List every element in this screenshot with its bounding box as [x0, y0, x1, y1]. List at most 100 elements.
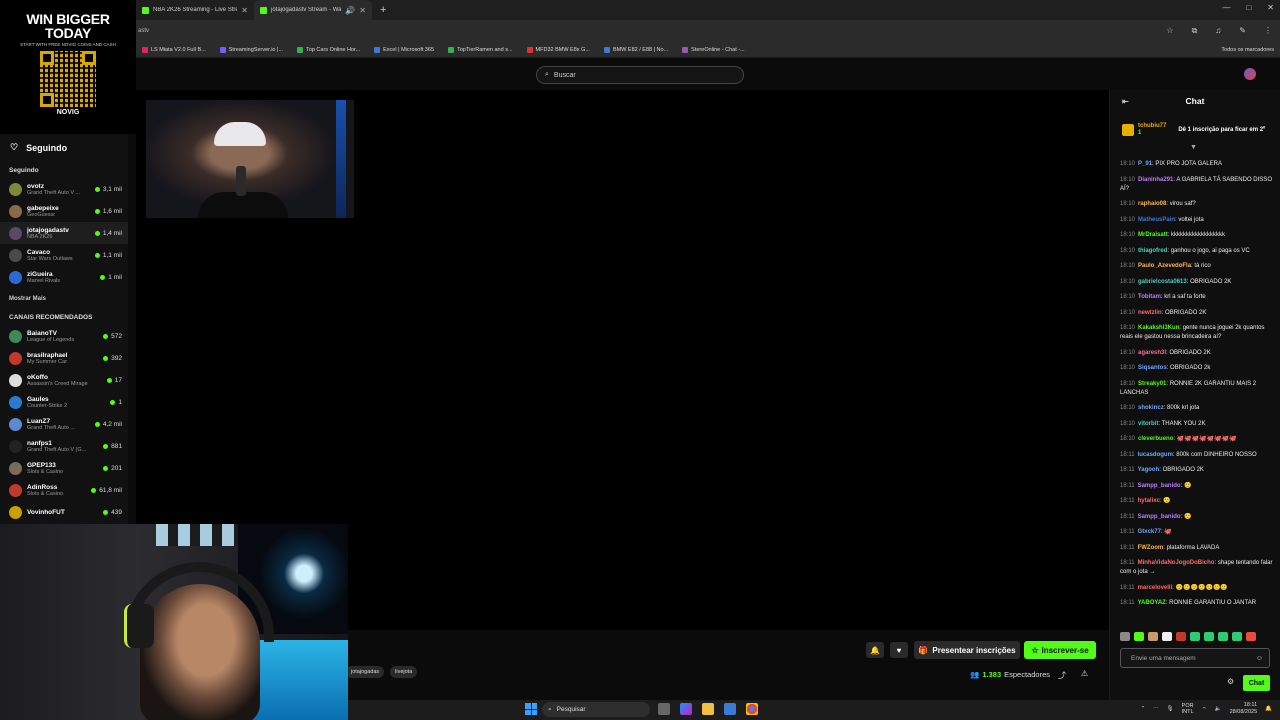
bookmark-item[interactable]: LS Miata V2.0 Full B... — [142, 46, 206, 53]
gear-icon[interactable]: ⚙ — [1227, 677, 1234, 686]
taskbar-search[interactable]: ⌕ Pesquisar — [542, 702, 650, 717]
maximize-button[interactable]: □ — [1246, 3, 1251, 12]
browser-tab-1[interactable]: jotajogadastv Stream - Wa 🔊 ✕ — [254, 0, 372, 20]
sidebar-channel-item[interactable]: Gaules Counter-Strike 21 — [0, 391, 128, 413]
browser-tab-0[interactable]: NBA 2K26 Streaming - Live Stre ✕ — [136, 0, 254, 20]
tag-chip[interactable]: livejota — [390, 666, 418, 678]
notifications-icon[interactable]: 🔔 — [1265, 706, 1272, 712]
menu-icon[interactable]: ⋮ — [1264, 26, 1272, 36]
emote-icon[interactable] — [1120, 632, 1130, 641]
pen-icon[interactable]: ✎ — [1239, 26, 1246, 36]
sidebar-channel-item[interactable]: BaianoTV League of Legends 572 — [0, 325, 128, 347]
minimize-button[interactable]: — — [1222, 3, 1230, 12]
sidebar-channel-item[interactable]: jotajogadastv NBA 2K26 1,4 mil — [0, 222, 128, 244]
speaker-icon[interactable]: 🔊 — [345, 6, 355, 15]
message-username[interactable]: FWZoom — [1138, 545, 1164, 551]
bookmark-item[interactable]: TopTierRamen and s... — [448, 46, 513, 53]
message-username[interactable]: Dianinha291 — [1138, 177, 1173, 183]
chat-input[interactable]: Envie uma mensagem ☺ — [1120, 648, 1270, 668]
message-username[interactable]: lucasdogum — [1138, 452, 1173, 458]
message-username[interactable]: gabrielcosta0613 — [1138, 279, 1187, 285]
ad-banner[interactable]: WIN BIGGER TODAY START WITH FREE NOVIG C… — [0, 0, 136, 134]
language-indicator[interactable]: POR INTL — [1182, 703, 1194, 715]
emote-icon[interactable] — [1134, 632, 1144, 641]
share-icon[interactable]: ⤴ — [1058, 670, 1066, 681]
message-username[interactable]: MrDraisatt — [1138, 232, 1168, 238]
message-username[interactable]: thiagofred — [1138, 248, 1167, 254]
gift-subs-button[interactable]: 🎁 Presentear inscrições — [914, 641, 1020, 659]
chevron-down-icon[interactable]: ▼ — [1190, 144, 1197, 151]
bookmark-item[interactable]: Excel | Microsoft 365 — [374, 46, 434, 53]
send-chat-button[interactable]: Chat — [1243, 675, 1270, 691]
emote-icon[interactable] — [1162, 632, 1172, 641]
following-header[interactable]: ♡ Seguindo — [0, 134, 128, 161]
windows-start-icon[interactable] — [525, 703, 537, 715]
collapse-chat-icon[interactable]: ⇤ — [1122, 97, 1129, 106]
user-avatar[interactable] — [1244, 68, 1256, 80]
sidebar-channel-item[interactable]: brasilraphael My Summer Car 392 — [0, 347, 128, 369]
emoji-icon[interactable]: ☺ — [1256, 655, 1263, 662]
sidebar-channel-item[interactable]: Cavaco Star Wars Outlaws 1,1 mil — [0, 244, 128, 266]
emote-icon[interactable] — [1232, 632, 1242, 641]
notification-bell-button[interactable]: 🔔 — [866, 642, 884, 658]
sidebar-channel-item[interactable]: ziGueira Marvel Rivals 1 mil — [0, 266, 128, 288]
sidebar-channel-item[interactable]: LuanZ7 Grand Theft Auto ... 4,2 mil — [0, 413, 128, 435]
file-explorer-icon[interactable] — [702, 703, 714, 715]
emote-icon[interactable] — [1218, 632, 1228, 641]
emote-icon[interactable] — [1246, 632, 1256, 641]
emote-icon[interactable] — [1190, 632, 1200, 641]
new-tab-button[interactable]: + — [380, 4, 386, 16]
sidebar-channel-item[interactable]: GPEP133 Slots & Casino 201 — [0, 457, 128, 479]
tag-chip[interactable]: jotajogadas — [346, 666, 385, 678]
close-tab-icon[interactable]: ✕ — [359, 6, 366, 15]
sidebar-channel-item[interactable]: AdinRoss Slots & Casino 61,8 mil — [0, 479, 128, 501]
message-username[interactable]: MatheusPain — [1138, 217, 1175, 223]
chrome-icon[interactable] — [746, 703, 758, 715]
pinned-gift-leader[interactable]: tchubiu77 1 Dê 1 inscrição para ficar em… — [1122, 120, 1274, 140]
network-icon[interactable]: ⋯ — [1153, 706, 1159, 712]
bookmark-item[interactable]: StereOnline - Chat -... — [682, 46, 745, 53]
sidebar-channel-item[interactable]: gabepeixe GeoGuessr 1,6 mil — [0, 200, 128, 222]
sidebar-channel-item[interactable]: oKoffo Assassin's Creed Mirage 17 — [0, 369, 128, 391]
clock[interactable]: 18:11 28/08/2025 — [1230, 702, 1258, 716]
message-username[interactable]: Sampp_banido — [1138, 483, 1181, 489]
media-icon[interactable]: ♫ — [1215, 26, 1221, 36]
message-username[interactable]: shokincz — [1138, 405, 1164, 411]
message-username[interactable]: MinhaVidaNoJogoDoBicho — [1138, 560, 1215, 566]
message-username[interactable]: vitorbit — [1138, 421, 1158, 427]
wifi-icon[interactable]: ⌔ — [1202, 706, 1207, 713]
star-icon[interactable]: ☆ — [1166, 26, 1173, 36]
message-username[interactable]: YABOYAZ — [1138, 600, 1166, 606]
emote-icon[interactable] — [1204, 632, 1214, 641]
store-icon[interactable] — [724, 703, 736, 715]
mic-icon[interactable]: 🎙 — [1167, 706, 1174, 712]
message-username[interactable]: Gtxck77 — [1138, 529, 1161, 535]
message-username[interactable]: agaresh3l — [1138, 350, 1166, 356]
search-input[interactable]: ⌕ Buscar — [536, 66, 744, 84]
address-bar[interactable]: astv ☆ ⧉ ♫ ✎ ⋮ — [136, 20, 1280, 42]
bookmark-item[interactable]: Top Cars Online Hor... — [297, 46, 360, 53]
report-icon[interactable]: ⚠ — [1081, 669, 1088, 678]
subscribe-button[interactable]: ☆ Inscrever-se — [1024, 641, 1096, 659]
message-username[interactable]: Siqsantos — [1138, 365, 1167, 371]
close-window-button[interactable]: ✕ — [1267, 3, 1274, 12]
sidebar-channel-item[interactable]: VovinhoFUT 439 — [0, 501, 128, 523]
message-username[interactable]: marcelovelli — [1138, 585, 1173, 591]
extensions-icon[interactable]: ⧉ — [1192, 26, 1198, 36]
url-text[interactable]: astv — [138, 28, 149, 34]
emote-icon[interactable] — [1176, 632, 1186, 641]
follow-heart-button[interactable]: ♥ — [890, 642, 908, 658]
bookmark-item[interactable]: StreamingServer.io |... — [219, 46, 283, 53]
chevron-up-icon[interactable]: ⌃ — [1141, 706, 1146, 712]
message-username[interactable]: Yagooh — [1138, 467, 1160, 473]
sidebar-channel-item[interactable]: nanfps1 Grand Theft Auto V (G... 881 — [0, 435, 128, 457]
message-username[interactable]: cleverbueno — [1138, 436, 1173, 442]
message-username[interactable]: newtzlin — [1138, 310, 1162, 316]
message-username[interactable]: Kakakshi3Kun — [1138, 325, 1179, 331]
message-username[interactable]: Streaky01 — [1138, 381, 1166, 387]
bookmark-item[interactable]: MFD32 BMW E8x G... — [526, 46, 590, 53]
show-more-button[interactable]: Mostrar Mais — [0, 288, 128, 308]
message-username[interactable]: raphaio08 — [1138, 201, 1166, 207]
volume-icon[interactable]: 🔈 — [1215, 706, 1222, 712]
emote-icon[interactable] — [1148, 632, 1158, 641]
